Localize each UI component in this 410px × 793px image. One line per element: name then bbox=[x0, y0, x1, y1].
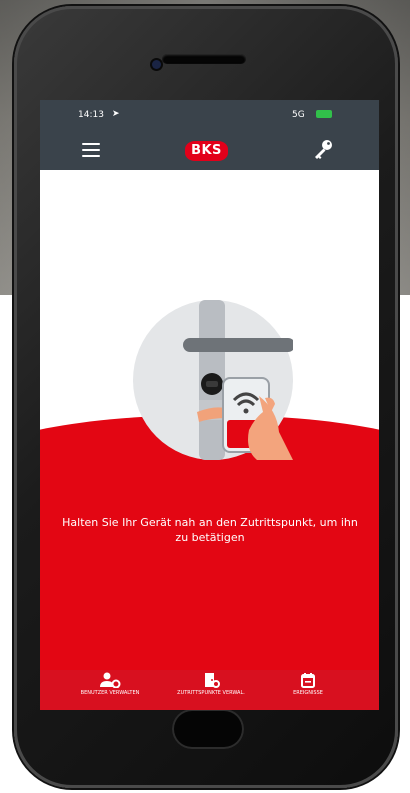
status-time: 14:13 bbox=[78, 110, 104, 120]
battery-icon bbox=[316, 110, 332, 118]
status-bar: 14:13 ➤ 5G bbox=[40, 100, 379, 130]
app-header: BKS bbox=[40, 130, 379, 170]
home-button[interactable] bbox=[172, 709, 244, 749]
app-screen: 14:13 ➤ 5G BKS Halten Sie Ihr Gerät nah … bbox=[40, 100, 379, 710]
front-camera bbox=[152, 60, 161, 69]
tab-benutzer-verwalten[interactable]: BENUTZER VERWALTEN bbox=[70, 672, 150, 696]
calendar-icon bbox=[301, 673, 315, 688]
tab-zutrittspunkte-verwalten[interactable]: ZUTRITTSPUNKTE VERWAL. bbox=[166, 672, 256, 696]
tab-label: BENUTZER VERWALTEN bbox=[80, 690, 140, 696]
key-icon[interactable] bbox=[312, 138, 334, 160]
door-gear-icon bbox=[205, 673, 220, 688]
bottom-tab-bar: BENUTZER VERWALTEN ZUTRITTSPUNKTE VERWAL… bbox=[40, 670, 379, 710]
bks-logo: BKS bbox=[185, 141, 228, 161]
hand-holding-phone-at-door-lock-illustration bbox=[133, 300, 293, 460]
network-indicator: 5G bbox=[292, 110, 305, 120]
tab-label: EREIGNISSE bbox=[293, 690, 323, 696]
earpiece-speaker bbox=[162, 54, 246, 64]
hamburger-menu-icon[interactable] bbox=[82, 143, 100, 157]
location-arrow-icon: ➤ bbox=[112, 109, 120, 119]
tab-ereignisse[interactable]: EREIGNISSE bbox=[278, 672, 338, 696]
instruction-message: Halten Sie Ihr Gerät nah an den Zutritts… bbox=[62, 516, 358, 544]
tab-label: ZUTRITTSPUNKTE VERWAL. bbox=[177, 690, 245, 696]
user-gear-icon bbox=[100, 672, 121, 688]
